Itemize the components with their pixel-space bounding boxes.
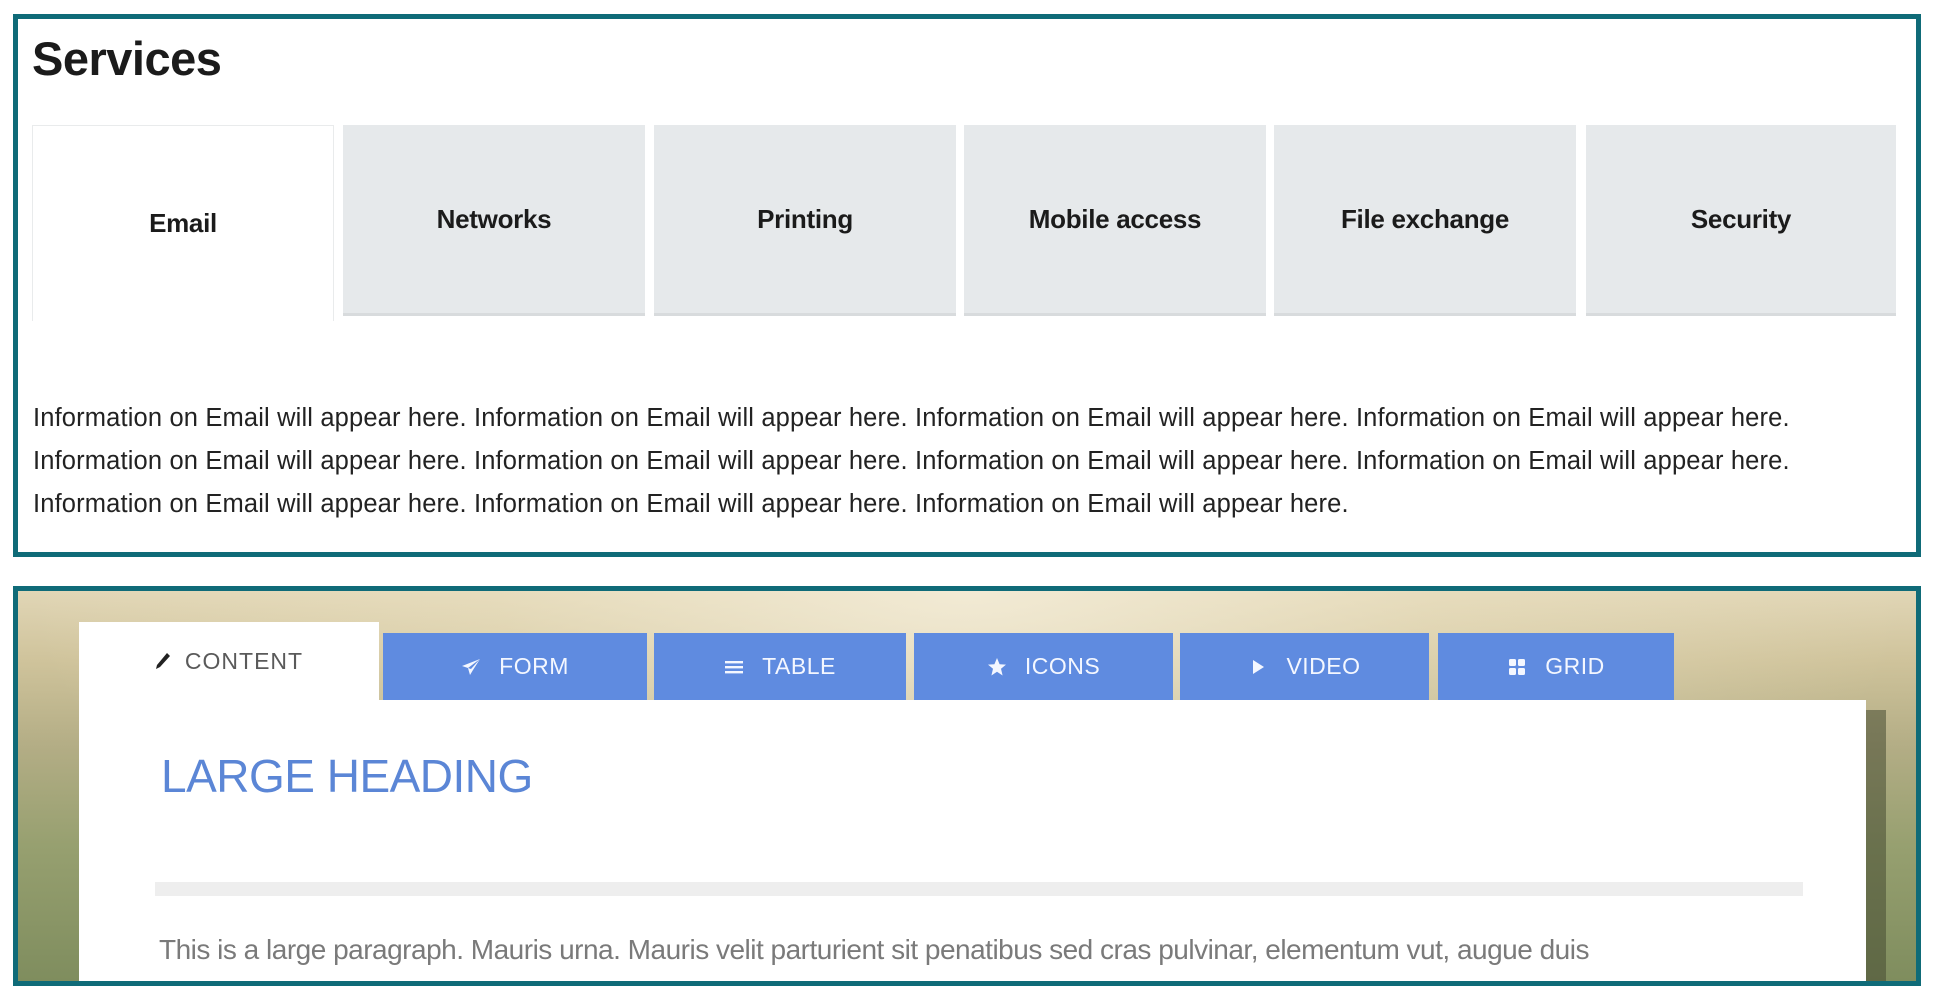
services-title: Services <box>32 32 222 85</box>
tab-mobile-access-label: Mobile access <box>1028 203 1202 234</box>
demo-panel: CONTENT FORM TABLE ICONS VIDEO GRID LARG… <box>13 586 1921 986</box>
tab-icons-label: ICONS <box>1024 653 1101 679</box>
large-heading: LARGE HEADING <box>161 750 533 802</box>
tab-icons[interactable]: ICONS <box>914 633 1173 700</box>
tab-printing-label: Printing <box>757 203 853 234</box>
tab-video[interactable]: VIDEO <box>1180 633 1429 700</box>
tab-networks-label: Networks <box>436 203 552 234</box>
tab-email[interactable]: Email <box>32 125 334 321</box>
tab-video-label: VIDEO <box>1286 653 1361 679</box>
large-paragraph: This is a large paragraph. Mauris urna. … <box>159 934 1589 965</box>
paper-plane-icon <box>461 657 481 677</box>
tab-security[interactable]: Security <box>1586 125 1896 316</box>
content-tab-panel: LARGE HEADING This is a large paragraph.… <box>79 700 1866 981</box>
services-tab-bar: Email Networks Printing Mobile access Fi… <box>32 125 1896 321</box>
tab-form[interactable]: FORM <box>383 633 647 700</box>
grid-icon <box>1507 657 1527 677</box>
tab-email-label: Email <box>149 208 217 238</box>
tab-grid[interactable]: GRID <box>1438 633 1674 700</box>
tab-table-label: TABLE <box>762 653 836 679</box>
tab-mobile-access[interactable]: Mobile access <box>964 125 1266 316</box>
tab-file-exchange-label: File exchange <box>1340 203 1510 234</box>
tab-form-label: FORM <box>499 653 569 679</box>
tab-table[interactable]: TABLE <box>654 633 906 700</box>
tab-printing[interactable]: Printing <box>654 125 956 316</box>
tab-security-label: Security <box>1690 203 1792 234</box>
play-icon <box>1248 657 1268 677</box>
tab-content-label: CONTENT <box>184 648 304 674</box>
pencil-icon <box>155 652 171 670</box>
tab-file-exchange[interactable]: File exchange <box>1274 125 1576 316</box>
email-tab-panel-text: Information on Email will appear here. I… <box>33 403 1790 518</box>
star-icon <box>987 657 1007 677</box>
tab-content[interactable]: CONTENT <box>79 622 379 702</box>
tab-networks[interactable]: Networks <box>343 125 645 316</box>
tab-grid-label: GRID <box>1545 653 1605 679</box>
services-panel: Services Email Networks Printing Mobile … <box>13 14 1921 557</box>
list-icon <box>724 657 744 677</box>
heading-divider <box>155 882 1803 896</box>
